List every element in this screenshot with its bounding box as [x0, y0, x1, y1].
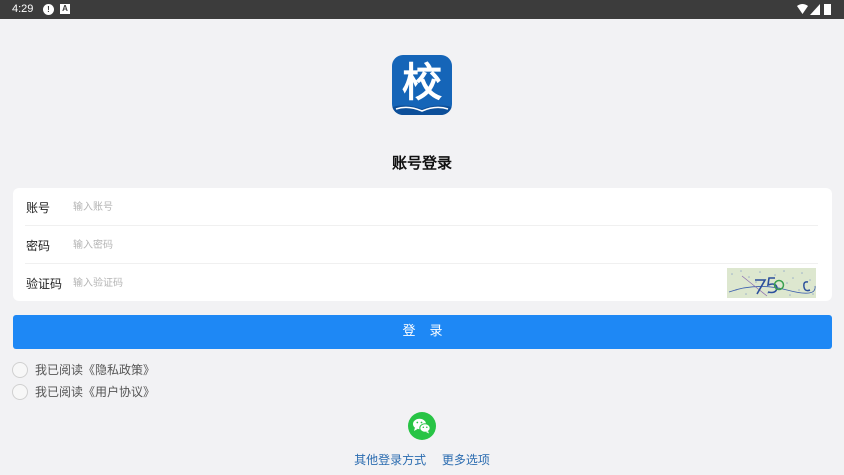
a-notification-icon: A	[60, 4, 70, 14]
status-time: 4:29	[12, 3, 34, 15]
captcha-noise-graphic	[727, 268, 816, 298]
captcha-label: 验证码	[26, 277, 63, 291]
login-form: 账号 密码 验证码	[13, 188, 832, 301]
password-label: 密码	[26, 239, 51, 253]
privacy-radio[interactable]	[12, 362, 28, 378]
book-icon	[392, 105, 452, 115]
page-title: 账号登录	[391, 154, 452, 172]
captcha-row: 验证码	[13, 264, 832, 302]
privacy-agreement-text[interactable]: 我已阅读《隐私政策》	[35, 362, 155, 378]
account-input[interactable]	[73, 198, 673, 216]
logo-glyph: 校	[402, 60, 442, 106]
signal-icon	[810, 4, 820, 15]
other-login-link[interactable]: 其他登录方式	[354, 453, 426, 467]
password-row: 密码	[13, 226, 832, 264]
alert-icon: !	[43, 4, 54, 15]
bottom-links: 其他登录方式 更多选项	[0, 451, 844, 468]
wechat-login-button[interactable]	[408, 412, 436, 440]
user-agreement-radio[interactable]	[12, 384, 28, 400]
battery-icon	[824, 4, 831, 15]
wechat-icon	[413, 418, 431, 434]
app-logo: 校	[392, 55, 452, 115]
more-options-link[interactable]: 更多选项	[442, 453, 490, 467]
user-agreement-text[interactable]: 我已阅读《用户协议》	[35, 384, 155, 400]
account-label: 账号	[26, 201, 51, 215]
wifi-icon	[797, 4, 808, 14]
password-input[interactable]	[73, 236, 673, 254]
account-row: 账号	[13, 188, 832, 226]
captcha-image[interactable]	[727, 268, 816, 298]
login-button[interactable]: 登录	[13, 315, 832, 349]
captcha-input[interactable]	[73, 274, 713, 292]
status-bar: 4:29 ! A	[0, 0, 844, 19]
